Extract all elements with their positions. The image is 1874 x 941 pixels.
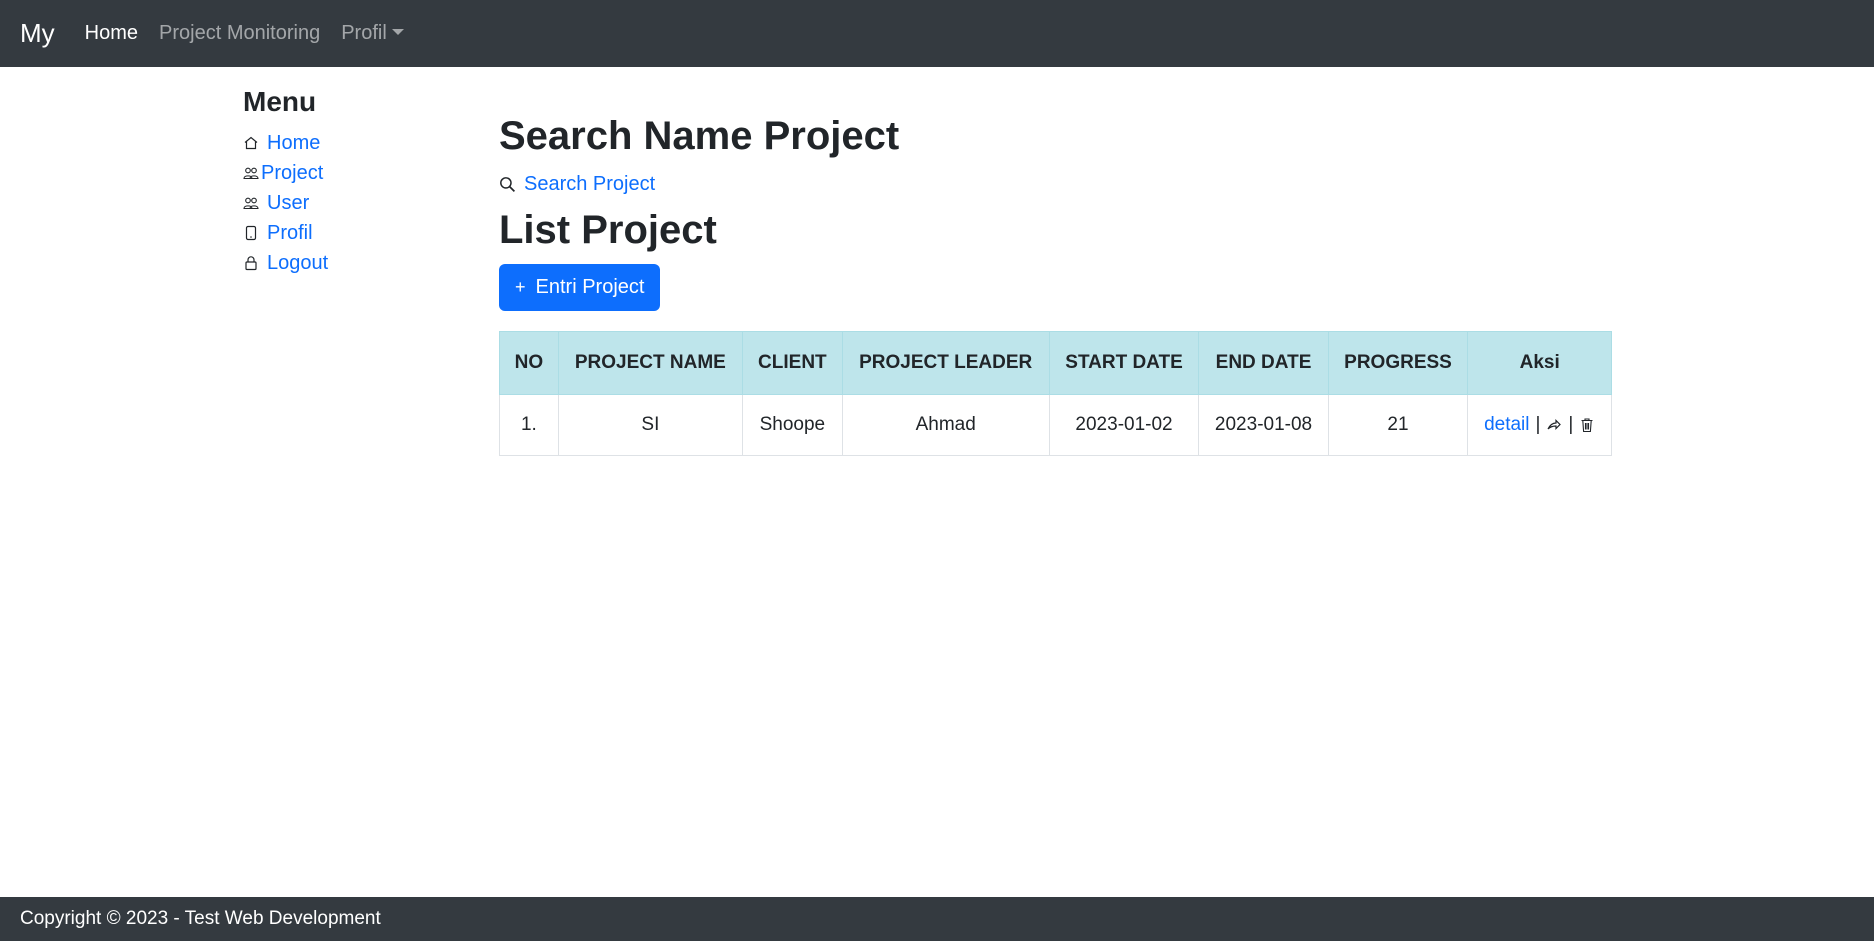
navbar-brand[interactable]: My xyxy=(20,18,55,49)
cell-end-date: 2023-01-08 xyxy=(1198,394,1329,456)
cell-start-date: 2023-01-02 xyxy=(1048,394,1200,456)
add-project-button[interactable]: + Entri Project xyxy=(499,264,661,311)
nav-profil-dropdown[interactable]: Profil xyxy=(341,22,404,45)
cell-no: 1. xyxy=(499,394,559,456)
trash-icon[interactable] xyxy=(1579,417,1595,433)
table-row: 1. SI Shoope Ahmad 2023-01-02 2023-01-08… xyxy=(499,394,1612,456)
cell-project-name: SI xyxy=(557,394,743,456)
search-project-link[interactable]: Search Project xyxy=(499,166,1614,202)
sidebar-item-logout[interactable]: Logout xyxy=(243,248,463,278)
caret-down-icon xyxy=(391,29,404,35)
sidebar-item-profil[interactable]: Profil xyxy=(243,218,463,248)
lock-icon xyxy=(243,255,259,271)
menu-title: Menu xyxy=(243,86,317,117)
col-header-start-date: START DATE xyxy=(1048,331,1200,395)
home-icon xyxy=(243,135,259,151)
plus-icon: + xyxy=(515,277,526,297)
sidebar-item-label[interactable]: Profil xyxy=(267,222,313,245)
sidebar-item-label[interactable]: Logout xyxy=(267,252,328,275)
main-content: Search Name Project Search Project List … xyxy=(499,108,1614,456)
sidebar-item-project[interactable]: Project xyxy=(243,158,463,188)
sidebar-item-home[interactable]: Home xyxy=(243,128,463,158)
cell-progress: 21 xyxy=(1327,394,1469,456)
search-icon xyxy=(499,176,516,193)
col-header-project-name: PROJECT NAME xyxy=(557,331,743,395)
col-header-no: NO xyxy=(499,331,559,395)
col-header-end-date: END DATE xyxy=(1198,331,1329,395)
edit-icon[interactable] xyxy=(1546,417,1562,433)
nav-home[interactable]: Home xyxy=(85,22,138,45)
cell-actions: detail | | xyxy=(1467,394,1612,456)
people-icon xyxy=(243,195,259,211)
sidebar: Menu Home Project User Profil Logout xyxy=(243,86,463,278)
table-header-row: NO PROJECT NAME CLIENT PROJECT LEADER ST… xyxy=(499,331,1612,395)
cell-client: Shoope xyxy=(741,394,843,456)
col-header-client: CLIENT xyxy=(741,331,843,395)
sidebar-item-label[interactable]: Home xyxy=(267,132,320,155)
phone-icon xyxy=(243,225,259,241)
project-table: NO PROJECT NAME CLIENT PROJECT LEADER ST… xyxy=(499,331,1612,456)
copyright-text: Copyright © 2023 - Test Web Development xyxy=(20,908,381,929)
sidebar-item-label[interactable]: Project xyxy=(261,162,323,185)
search-heading: Search Name Project xyxy=(499,114,900,158)
action-separator: | xyxy=(1535,414,1541,435)
sidebar-item-label[interactable]: User xyxy=(267,192,309,215)
people-icon xyxy=(243,165,259,181)
cell-project-leader: Ahmad xyxy=(841,394,1050,456)
list-heading: List Project xyxy=(499,208,717,252)
top-navbar: My Home Project Monitoring Profil xyxy=(0,0,1874,67)
sidebar-item-user[interactable]: User xyxy=(243,188,463,218)
action-separator: | xyxy=(1568,414,1574,435)
nav-project-monitoring[interactable]: Project Monitoring xyxy=(159,22,320,45)
col-header-aksi: Aksi xyxy=(1467,331,1612,395)
col-header-project-leader: PROJECT LEADER xyxy=(841,331,1050,395)
search-project-label[interactable]: Search Project xyxy=(524,173,655,196)
add-project-label: Entri Project xyxy=(535,276,645,298)
nav-profil-label: Profil xyxy=(341,22,387,44)
col-header-progress: PROGRESS xyxy=(1327,331,1469,395)
footer: Copyright © 2023 - Test Web Development xyxy=(0,897,1874,941)
detail-link[interactable]: detail xyxy=(1484,414,1529,435)
